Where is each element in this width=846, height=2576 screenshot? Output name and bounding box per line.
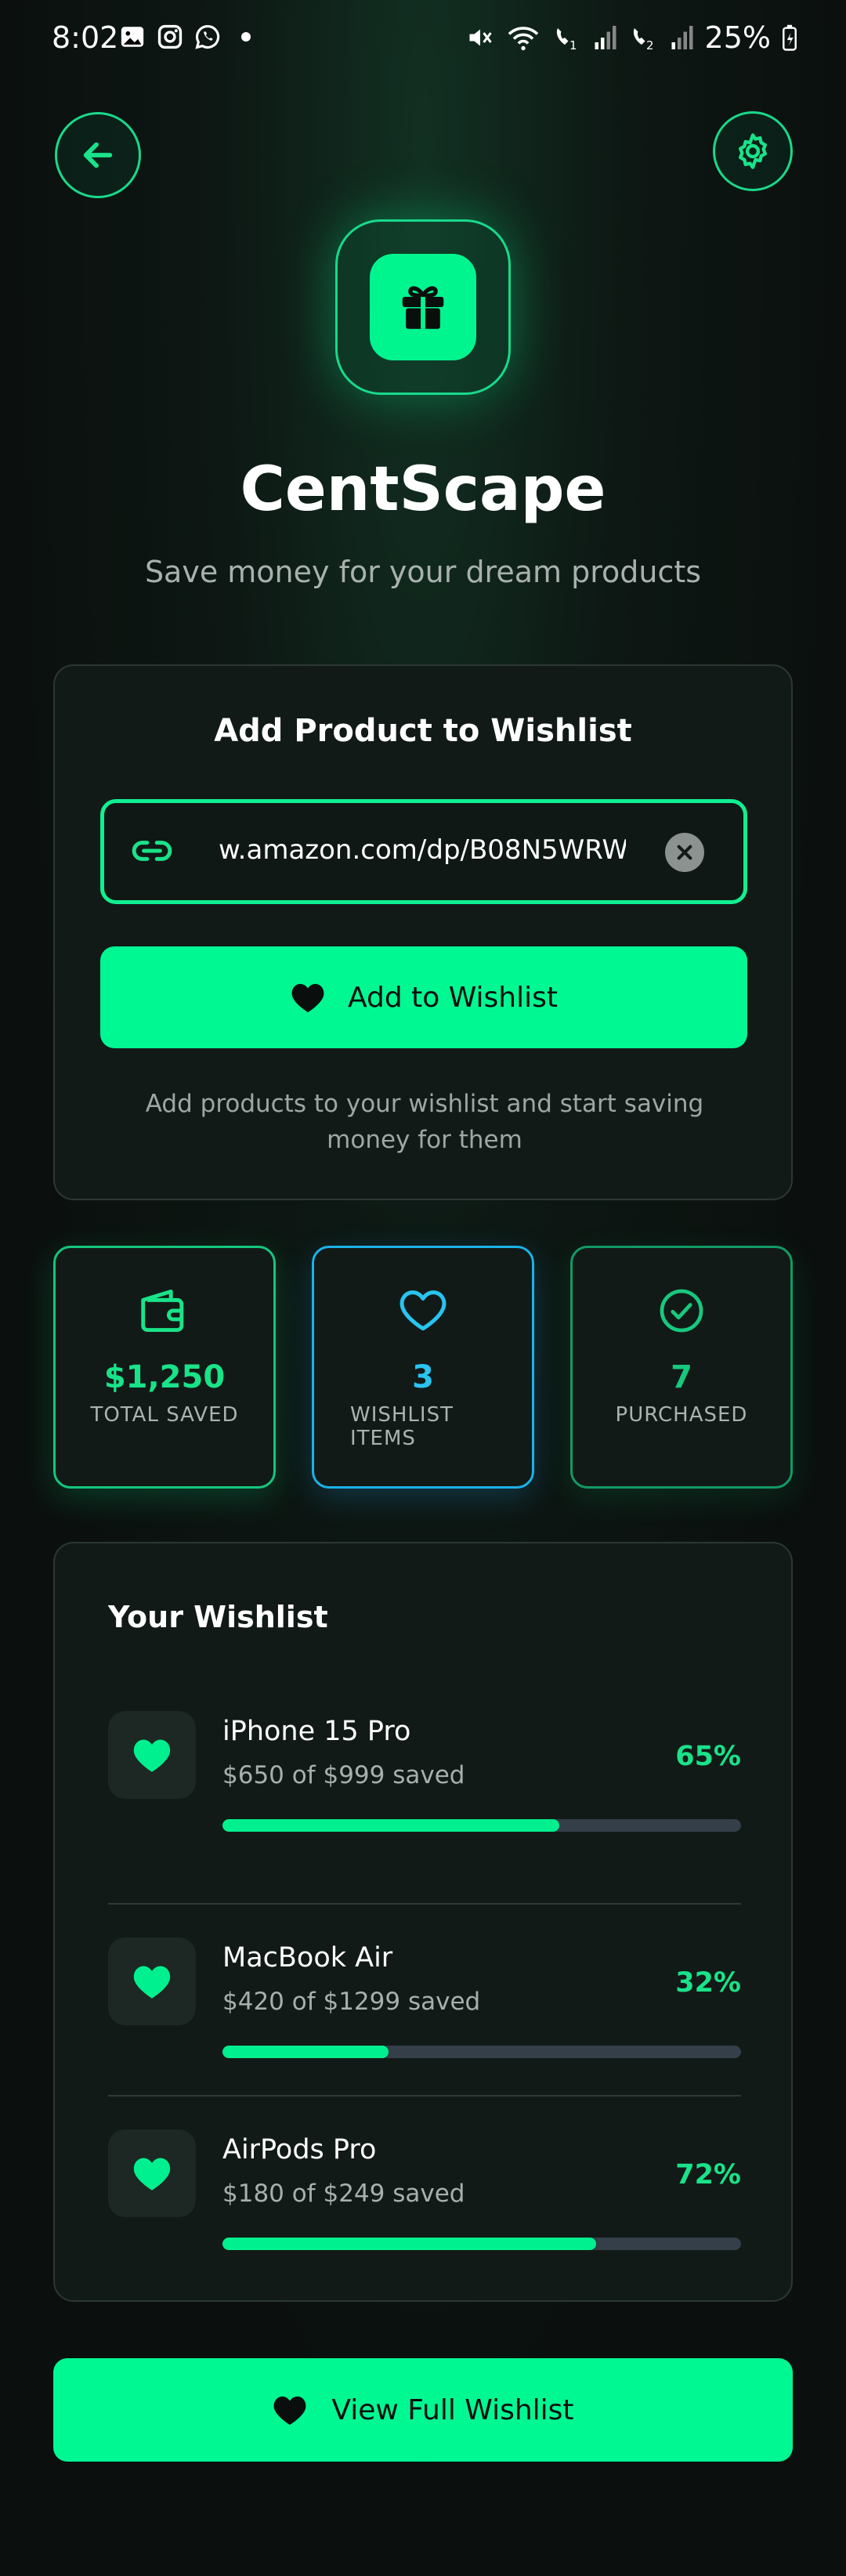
- product-url-input[interactable]: w.amazon.com/dp/B08N5WRWNW: [100, 799, 747, 904]
- instagram-icon: [157, 24, 183, 49]
- app-screen: 8:02 1 2 25% CentScape Save money for yo…: [0, 0, 846, 2576]
- item-percent: 72%: [675, 2159, 741, 2191]
- settings-button[interactable]: [713, 111, 793, 191]
- progress-fill: [222, 2046, 389, 2058]
- progress-bar: [222, 2238, 741, 2250]
- volte2-icon: 2: [633, 28, 654, 52]
- mute-icon: [469, 29, 492, 46]
- progress-bar: [222, 1819, 741, 1832]
- item-name: iPhone 15 Pro: [222, 1716, 411, 1747]
- notification-dot: [241, 32, 251, 42]
- app-title: CentScape: [240, 454, 606, 525]
- stat-value: 3: [412, 1359, 434, 1395]
- item-saved: $650 of $999 saved: [222, 1761, 465, 1789]
- item-name: MacBook Air: [222, 1942, 393, 1974]
- svg-text:2: 2: [646, 38, 654, 52]
- status-bar: 8:02 1 2 25%: [0, 0, 846, 78]
- stat-wishlist-items: 3 WISHLIST ITEMS: [312, 1246, 534, 1489]
- wishlist-item[interactable]: MacBook Air $420 of $1299 saved 32%: [108, 1903, 741, 2095]
- link-icon: [132, 841, 172, 861]
- stat-label: PURCHASED: [615, 1403, 748, 1427]
- stat-value: $1,250: [103, 1359, 226, 1395]
- item-percent: 65%: [675, 1741, 741, 1772]
- wishlist-title: Your Wishlist: [108, 1600, 328, 1634]
- arrow-left-icon: [83, 142, 113, 168]
- item-icon-box: [108, 1937, 196, 2025]
- wishlist-item[interactable]: AirPods Pro $180 of $249 saved 72%: [108, 2095, 741, 2287]
- battery-icon: [783, 24, 797, 51]
- add-to-wishlist-label: Add to Wishlist: [348, 981, 558, 1014]
- item-name: AirPods Pro: [222, 2134, 377, 2165]
- whatsapp-icon: [195, 24, 220, 49]
- item-saved: $420 of $1299 saved: [222, 1988, 481, 2016]
- volte-icon: 1: [556, 28, 577, 52]
- close-icon: [677, 845, 692, 860]
- heart-outline-icon: [400, 1290, 446, 1331]
- logo-badge: [370, 254, 476, 360]
- check-circle-icon: [660, 1289, 703, 1333]
- signal2-icon: [671, 26, 693, 49]
- progress-fill: [222, 2238, 596, 2250]
- app-subtitle: Save money for your dream products: [144, 555, 702, 589]
- svg-text:1: 1: [569, 38, 577, 52]
- stat-purchased: 7 PURCHASED: [570, 1246, 793, 1489]
- back-button[interactable]: [55, 112, 141, 198]
- clear-url-button[interactable]: [665, 833, 704, 872]
- heart-icon: [133, 1739, 171, 1772]
- wallet-icon: [141, 1290, 184, 1332]
- add-product-card: Add Product to Wishlist w.amazon.com/dp/…: [53, 664, 793, 1200]
- heart-icon: [291, 983, 324, 1013]
- divider: [108, 2095, 741, 2097]
- item-percent: 32%: [675, 1967, 741, 1999]
- stat-total-saved: $1,250 TOTAL SAVED: [53, 1246, 276, 1489]
- item-icon-box: [108, 2129, 196, 2217]
- product-url-value[interactable]: w.amazon.com/dp/B08N5WRWNW: [219, 834, 626, 866]
- gear-icon: [739, 133, 767, 169]
- stat-label: TOTAL SAVED: [90, 1403, 239, 1427]
- add-product-title: Add Product to Wishlist: [214, 713, 632, 749]
- wishlist-card: Your Wishlist iPhone 15 Pro $650 of $999…: [53, 1542, 793, 2302]
- item-icon-box: [108, 1711, 196, 1799]
- progress-fill: [222, 1819, 560, 1832]
- view-full-wishlist-button[interactable]: View Full Wishlist: [53, 2358, 793, 2462]
- status-time: 8:02: [52, 20, 119, 55]
- wifi-icon: [508, 27, 538, 51]
- stat-label: WISHLIST ITEMS: [350, 1403, 454, 1450]
- heart-icon: [274, 2396, 306, 2426]
- app-logo: [335, 219, 511, 395]
- stat-value: 7: [671, 1359, 692, 1395]
- gift-icon: [402, 286, 444, 329]
- divider: [108, 1903, 741, 1905]
- battery-percent: 25%: [704, 20, 771, 55]
- view-full-wishlist-label: View Full Wishlist: [331, 2393, 574, 2426]
- heart-icon: [133, 1966, 171, 1999]
- signal-icon: [595, 26, 616, 49]
- heart-icon: [133, 2158, 171, 2191]
- progress-bar: [222, 2046, 741, 2058]
- item-saved: $180 of $249 saved: [222, 2180, 465, 2208]
- add-to-wishlist-button[interactable]: Add to Wishlist: [100, 946, 747, 1048]
- gallery-icon: [121, 27, 144, 47]
- add-hint-text: Add products to your wishlist and start …: [145, 1090, 704, 1154]
- wishlist-item[interactable]: iPhone 15 Pro $650 of $999 saved 65%: [108, 1711, 741, 1903]
